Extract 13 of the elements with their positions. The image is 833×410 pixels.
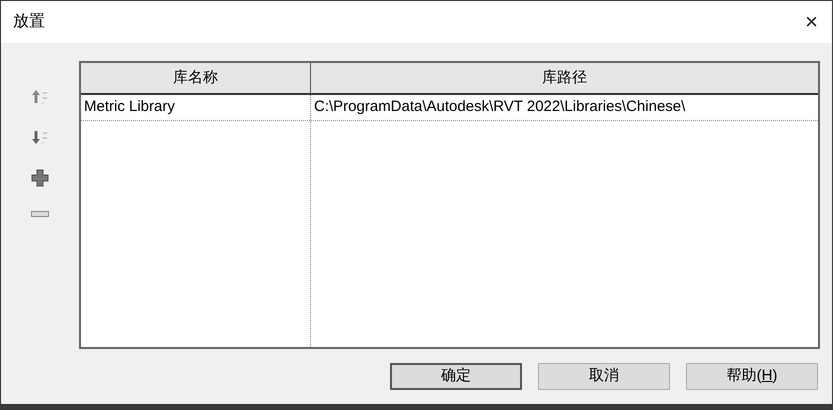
add-icon[interactable]: [31, 169, 49, 187]
column-header[interactable]: 库名称: [81, 63, 311, 93]
dialog-button[interactable]: 取消: [538, 363, 670, 390]
close-button[interactable]: ×: [801, 11, 822, 33]
remove-icon[interactable]: [31, 211, 49, 217]
move-down-icon[interactable]: [31, 129, 49, 145]
move-up-icon[interactable]: [31, 89, 49, 105]
table-cell-text: C:\ProgramData\Autodesk\RVT 2022\Libraries\Chinese\: [313, 97, 686, 118]
table-cell: Metric Library: [81, 95, 311, 120]
column-header[interactable]: 库路径: [311, 63, 818, 93]
dialog-button[interactable]: 确定: [390, 363, 522, 390]
window-title: 放置: [13, 12, 45, 32]
dialog-button[interactable]: 帮助(H): [686, 363, 818, 390]
